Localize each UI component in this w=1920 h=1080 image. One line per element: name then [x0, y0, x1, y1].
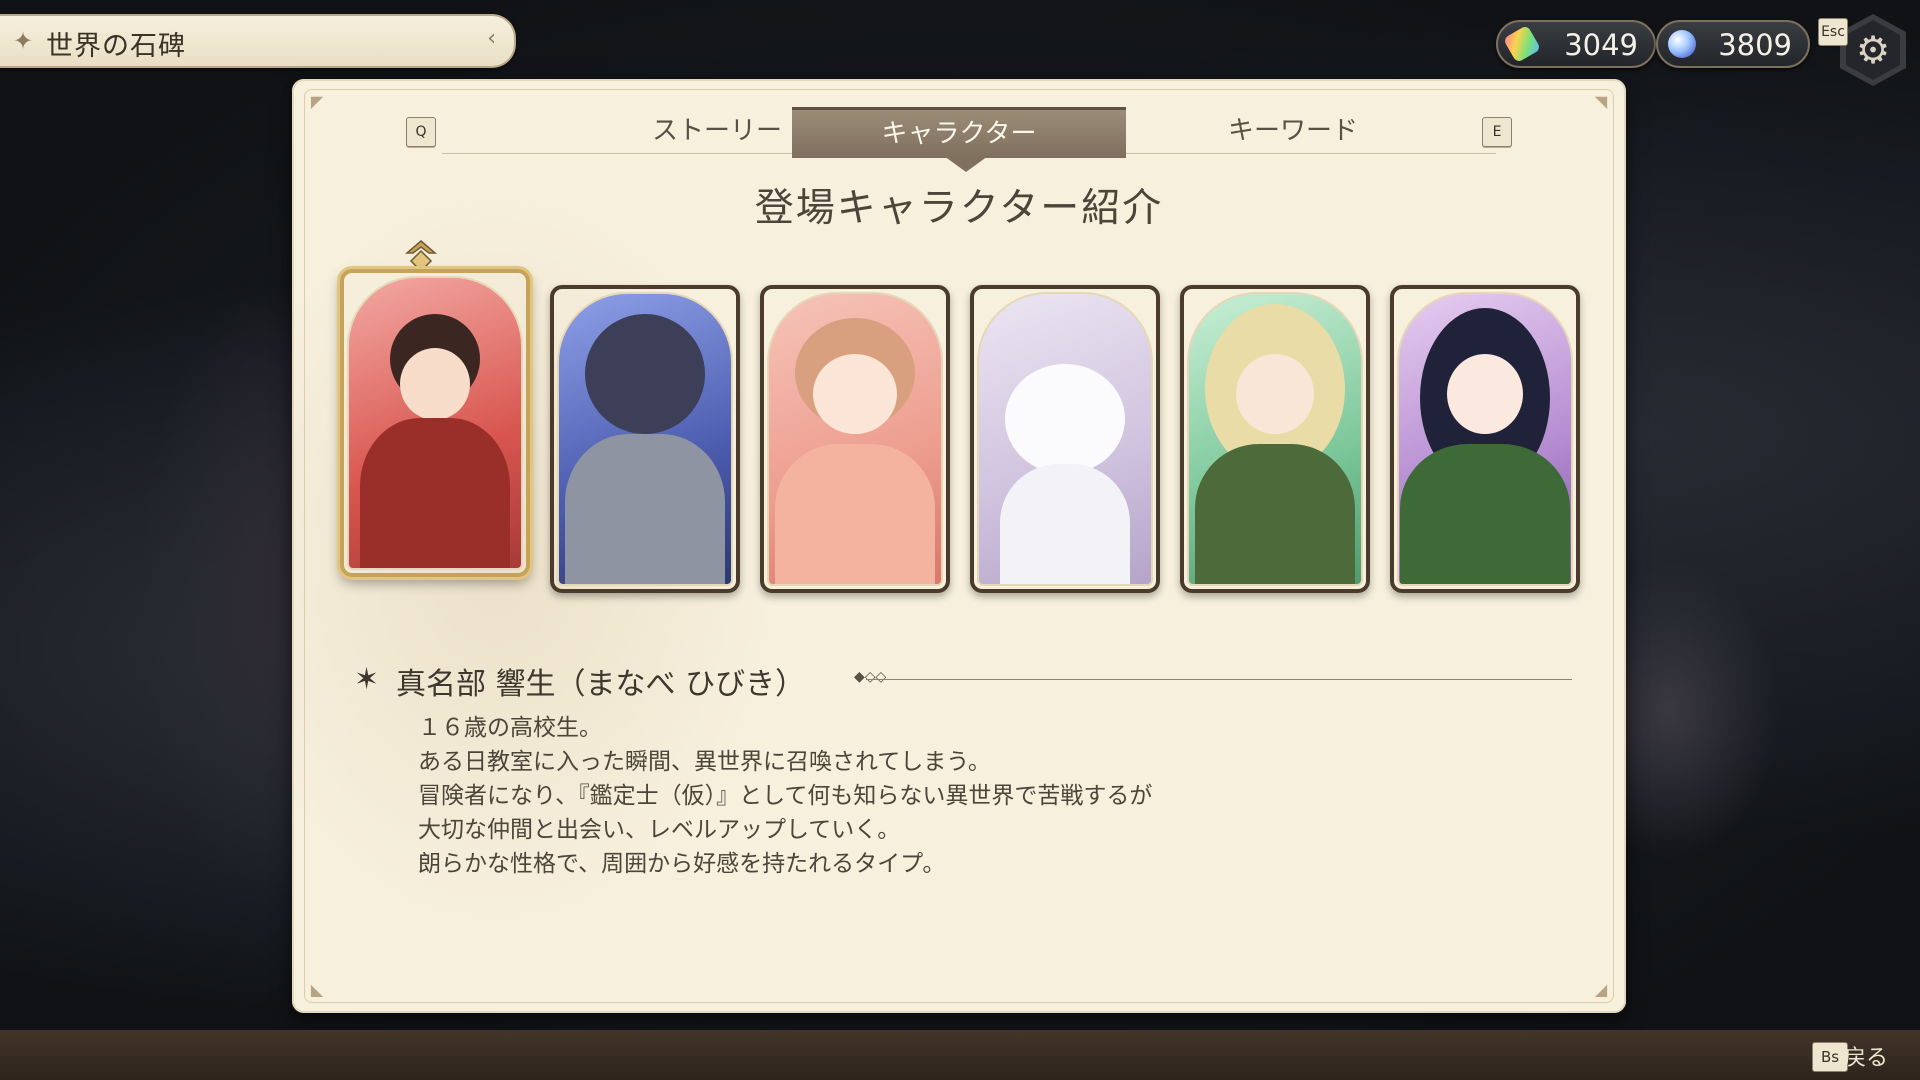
blue-orb-icon — [1668, 30, 1696, 58]
stone-count: 3049 — [1564, 28, 1638, 62]
corner-ornament: ◢ — [1594, 980, 1608, 999]
description-line: 冒険者になり、『鑑定士（仮）』として何も知らない異世界で苦戦するが — [418, 783, 1153, 809]
description-line: 朗らかな性格で、周囲から好感を持たれるタイプ。 — [418, 851, 946, 877]
sparkle-icon: ✶ — [354, 662, 380, 697]
character-portrait-white-cat — [977, 292, 1153, 586]
corner-ornament: ◤ — [310, 92, 324, 111]
character-card-hibiki[interactable] — [340, 269, 530, 577]
chevron-left-icon[interactable]: ‹ — [487, 26, 496, 51]
name-divider — [866, 679, 1572, 680]
compass-icon: ✦ — [12, 27, 34, 55]
encyclopedia-panel: ◤ ◥ ◣ ◢ Q ストーリー キャラクター キーワード E 登場キャラクター紹… — [292, 79, 1626, 1013]
description-line: 大切な仲間と出会い、レベルアップしていく。 — [418, 817, 901, 843]
active-tab-pointer — [944, 156, 988, 172]
section-title: 登場キャラクター紹介 — [754, 186, 1164, 231]
tab-keyword[interactable]: キーワード — [1126, 107, 1460, 155]
character-card-wolfman[interactable] — [550, 285, 740, 593]
character-card-elf[interactable] — [1180, 285, 1370, 593]
prev-tab-key[interactable]: Q — [406, 117, 436, 147]
character-name-row: ✶ 真名部 響生（まなべ ひびき） ◆◇◇ — [354, 657, 1572, 702]
character-card-swordswoman[interactable] — [1390, 285, 1580, 593]
bottom-bar: Bs 戻る — [0, 1030, 1920, 1080]
character-card-girl[interactable] — [760, 285, 950, 593]
character-portrait-wolfman-blue — [557, 292, 733, 586]
character-portrait-boy-red — [347, 276, 523, 570]
description-line: ある日教室に入った瞬間、異世界に召喚されてしまう。 — [418, 749, 991, 775]
esc-key-hint: Esc — [1818, 18, 1848, 46]
backspace-key-hint[interactable]: Bs — [1812, 1042, 1848, 1072]
character-portrait-elf-green — [1187, 292, 1363, 586]
orb-currency-display: 3809 — [1656, 20, 1810, 68]
description-line: １６歳の高校生。 — [418, 715, 602, 741]
character-name: 真名部 響生（まなべ ひびき） — [396, 667, 806, 702]
tab-character[interactable]: キャラクター — [792, 107, 1126, 158]
next-tab-key[interactable]: E — [1482, 117, 1512, 147]
character-card-cat[interactable] — [970, 285, 1160, 593]
corner-ornament: ◥ — [1594, 92, 1608, 111]
corner-ornament: ◣ — [310, 980, 324, 999]
screen-title: 世界の石碑 — [46, 31, 186, 62]
orb-count: 3809 — [1718, 28, 1792, 62]
back-button-label[interactable]: 戻る — [1844, 1040, 1888, 1072]
stone-currency-display: 3049 — [1496, 20, 1656, 68]
diamond-ornament-icon: ◆◇◇ — [854, 669, 887, 685]
screen-title-bar: ✦ 世界の石碑 ‹ — [0, 14, 516, 68]
character-description: １６歳の高校生。 ある日教室に入った瞬間、異世界に召喚されてしまう。 冒険者にな… — [418, 711, 1418, 881]
character-portrait-swordswoman-purple — [1397, 292, 1573, 586]
rainbow-stone-icon — [1502, 24, 1542, 64]
character-portrait-girl-peach — [767, 292, 943, 586]
